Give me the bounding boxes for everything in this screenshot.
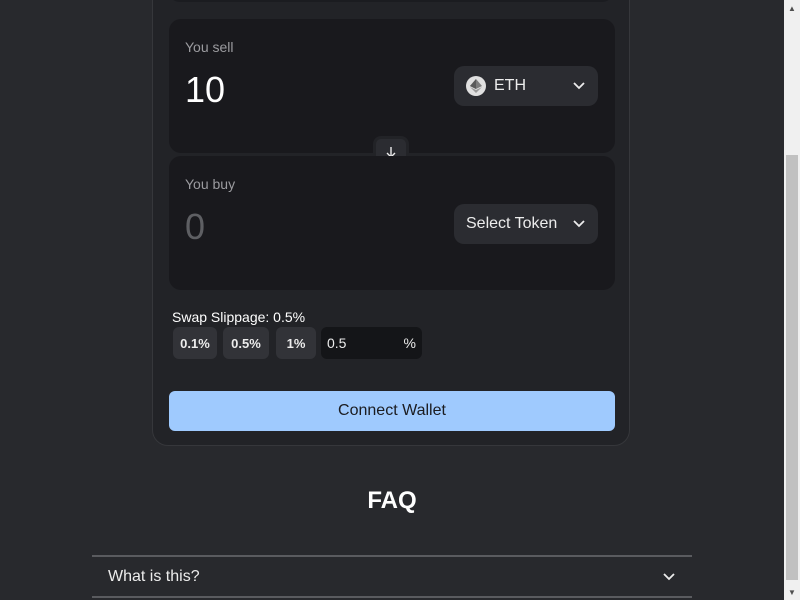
scroll-down-arrow-icon[interactable]: ▼ <box>784 584 800 600</box>
chevron-down-icon <box>572 217 586 231</box>
buy-label: You buy <box>185 176 236 192</box>
scroll-up-arrow-icon[interactable]: ▲ <box>784 0 800 16</box>
slippage-label: Swap Slippage: 0.5% <box>172 309 306 325</box>
scrollbar-thumb[interactable] <box>786 155 798 580</box>
vertical-scrollbar[interactable]: ▲ ▼ <box>784 0 800 600</box>
sell-panel: You sell 10 ETH <box>169 19 615 153</box>
buy-amount-input[interactable]: 0 <box>185 206 205 248</box>
sell-token-selector[interactable]: ETH <box>454 66 598 106</box>
buy-panel: You buy 0 Select Token <box>169 156 615 290</box>
select-token-label: Select Token <box>466 215 558 232</box>
slippage-option-0-1[interactable]: 0.1% <box>173 327 217 359</box>
ethereum-icon <box>466 76 486 96</box>
sell-token-label: ETH <box>494 77 526 94</box>
faq-question: What is this? <box>108 567 200 585</box>
swap-card-top-section <box>168 0 614 2</box>
faq-title: FAQ <box>367 487 417 514</box>
buy-token-selector[interactable]: Select Token <box>454 204 598 244</box>
percent-unit: % <box>403 335 416 351</box>
custom-slippage-value: 0.5 <box>327 335 347 351</box>
slippage-option-0-5[interactable]: 0.5% <box>223 327 269 359</box>
custom-slippage-input[interactable]: 0.5 % <box>321 327 422 359</box>
slippage-option-1[interactable]: 1% <box>276 327 316 359</box>
chevron-down-icon <box>572 79 586 93</box>
chevron-down-icon <box>662 570 676 584</box>
connect-wallet-button[interactable]: Connect Wallet <box>169 391 615 431</box>
page: You sell 10 ETH You buy 0 Select Token S… <box>0 0 784 600</box>
sell-label: You sell <box>185 39 234 55</box>
sell-amount-input[interactable]: 10 <box>185 69 225 111</box>
faq-item[interactable]: What is this? <box>92 555 692 598</box>
